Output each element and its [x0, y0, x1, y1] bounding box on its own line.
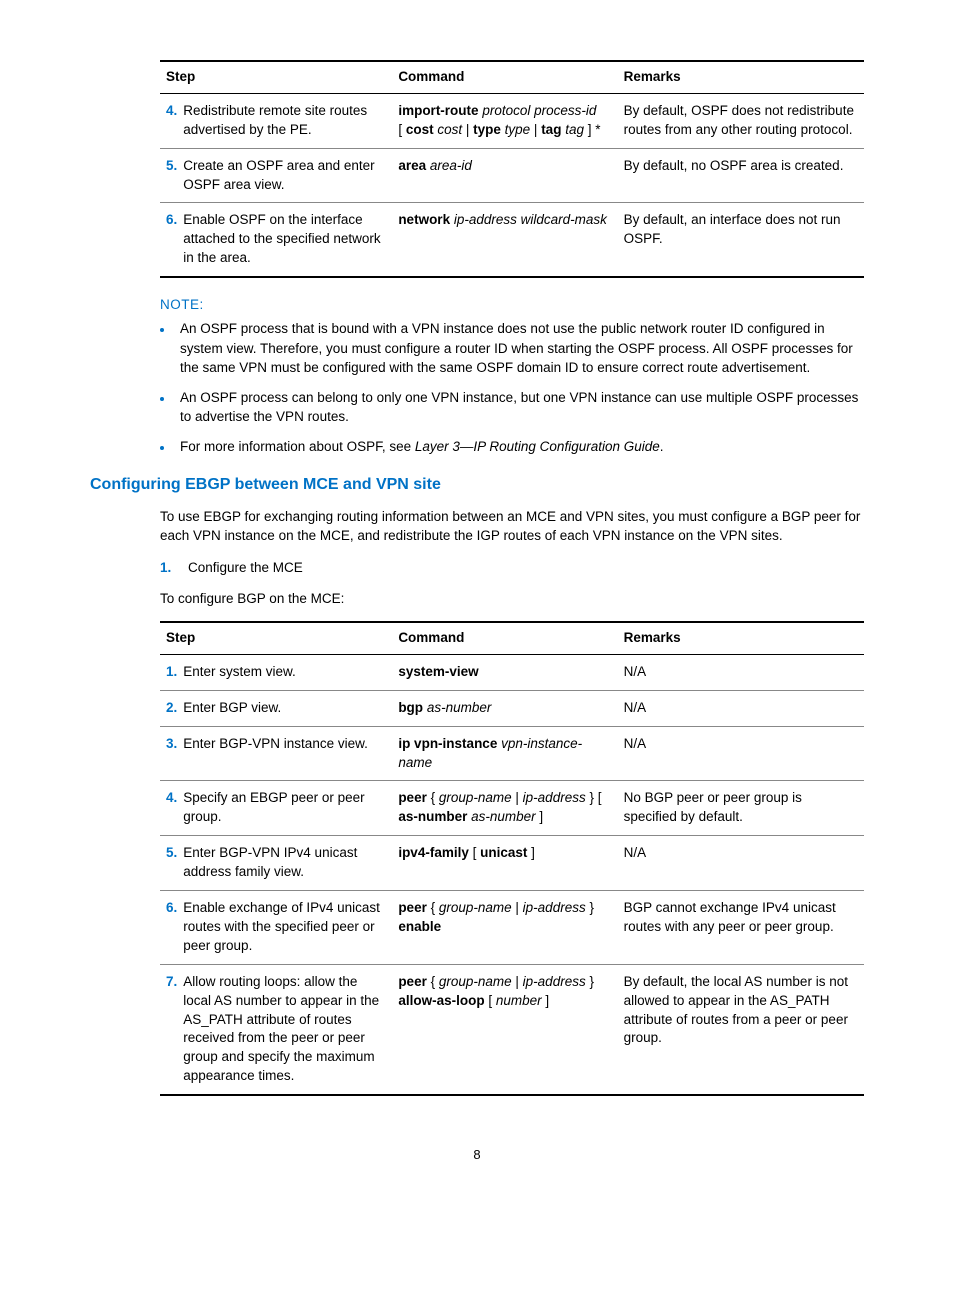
note-label: NOTE: [160, 296, 864, 315]
ospf-steps-table: Step Command Remarks 4.Redistribute remo… [160, 60, 864, 278]
th-remarks: Remarks [618, 61, 864, 93]
step-number: 4. [166, 102, 183, 121]
bgp-steps-table: Step Command Remarks 1.Enter system view… [160, 621, 864, 1096]
table-row: 6.Enable exchange of IPv4 unicast routes… [160, 891, 864, 965]
th-step: Step [160, 61, 392, 93]
th-command: Command [392, 622, 617, 654]
command-cell: area area-id [392, 148, 617, 203]
remarks-cell: By default, no OSPF area is created. [618, 148, 864, 203]
table-row: 7.Allow routing loops: allow the local A… [160, 964, 864, 1095]
intro-paragraph: To use EBGP for exchanging routing infor… [160, 507, 864, 546]
list-item: For more information about OSPF, see Lay… [174, 437, 864, 457]
command-cell: network ip-address wildcard-mask [392, 203, 617, 277]
step-number: 5. [166, 157, 183, 176]
table-row: 3.Enter BGP-VPN instance view. ip vpn-in… [160, 726, 864, 781]
step-number: 6. [166, 211, 183, 230]
step-desc: Redistribute remote site routes advertis… [183, 102, 386, 140]
step-desc: Enable OSPF on the interface attached to… [183, 211, 386, 268]
table-row: 6.Enable OSPF on the interface attached … [160, 203, 864, 277]
th-remarks: Remarks [618, 622, 864, 654]
note-list: An OSPF process that is bound with a VPN… [174, 319, 864, 456]
th-command: Command [392, 61, 617, 93]
page-number: 8 [90, 1146, 864, 1164]
step-desc: Create an OSPF area and enter OSPF area … [183, 157, 386, 195]
numbered-step: 1.Configure the MCE [160, 558, 864, 578]
sub-paragraph: To configure BGP on the MCE: [160, 589, 864, 609]
remarks-cell: By default, an interface does not run OS… [618, 203, 864, 277]
table-row: 2.Enter BGP view. bgp as-number N/A [160, 690, 864, 726]
table-row: 5.Create an OSPF area and enter OSPF are… [160, 148, 864, 203]
table-row: 4.Redistribute remote site routes advert… [160, 93, 864, 148]
remarks-cell: By default, OSPF does not redistribute r… [618, 93, 864, 148]
list-item: An OSPF process can belong to only one V… [174, 388, 864, 427]
command-cell: import-route protocol process-id[ cost c… [392, 93, 617, 148]
table-row: 4.Specify an EBGP peer or peer group. pe… [160, 781, 864, 836]
table-row: 5.Enter BGP-VPN IPv4 unicast address fam… [160, 836, 864, 891]
table-row: 1.Enter system view. system-view N/A [160, 654, 864, 690]
list-item: An OSPF process that is bound with a VPN… [174, 319, 864, 378]
section-heading: Configuring EBGP between MCE and VPN sit… [90, 474, 864, 496]
th-step: Step [160, 622, 392, 654]
